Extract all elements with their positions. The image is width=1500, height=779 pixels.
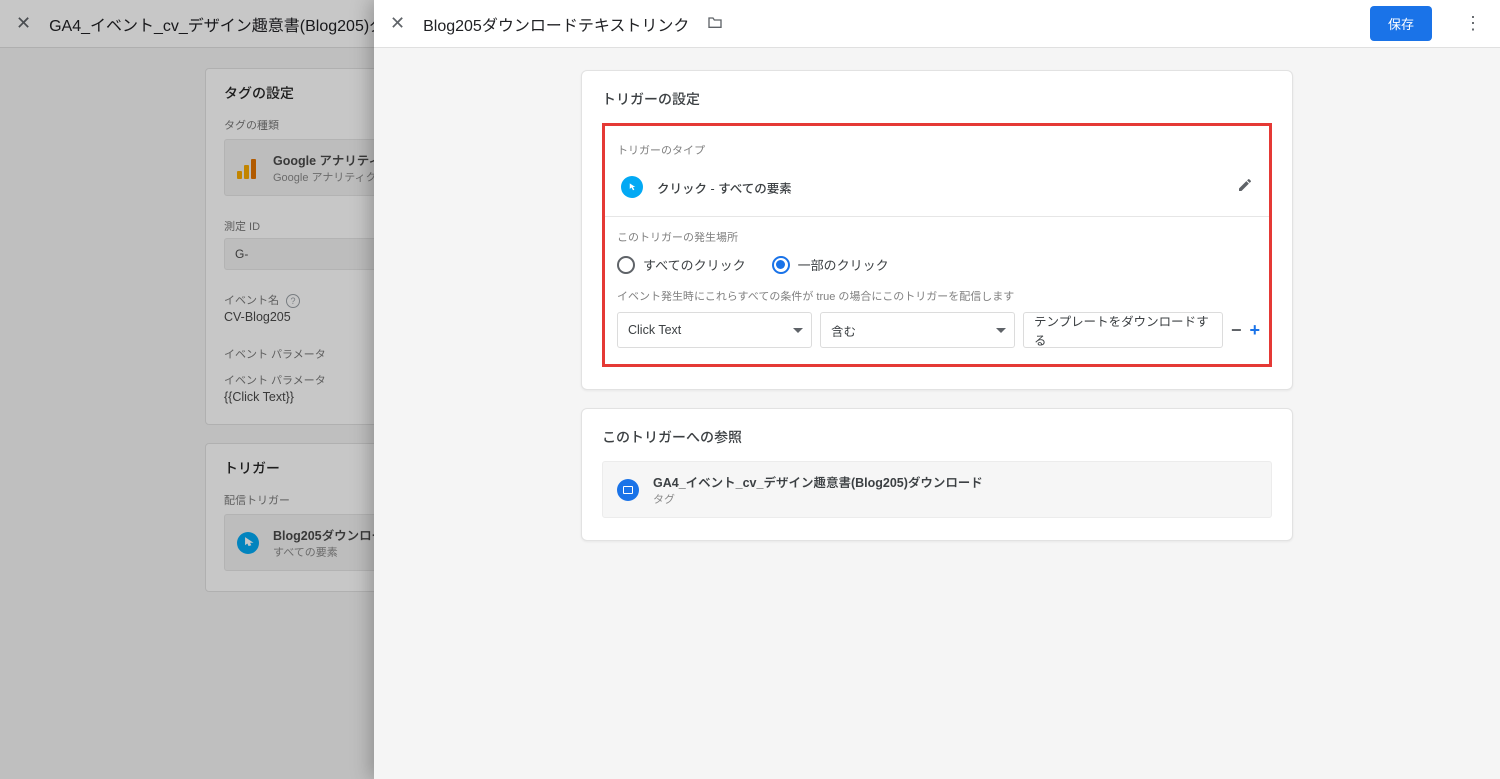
add-condition-button[interactable]: + <box>1250 318 1261 342</box>
highlight-box: トリガーのタイプ クリック - すべての要素 このトリガーの発生場所 すべての <box>602 123 1272 367</box>
close-icon[interactable]: ✕ <box>390 13 405 34</box>
condition-label: イベント発生時にこれらすべての条件が true の場合にこのトリガーを配信します <box>617 288 1257 304</box>
radio-all-clicks-label: すべてのクリック <box>643 255 746 274</box>
trigger-editor-panel: ✕ Blog205ダウンロードテキストリンク 保存 ⋮ トリガーの設定 トリガー… <box>374 0 1500 779</box>
reference-text: GA4_イベント_cv_デザイン趣意書(Blog205)ダウンロード タグ <box>653 472 983 507</box>
condition-operator-select[interactable]: 含む <box>820 312 1015 348</box>
radio-some-clicks[interactable]: 一部のクリック <box>772 255 889 274</box>
radio-some-clicks-label: 一部のクリック <box>798 255 889 274</box>
folder-icon[interactable] <box>707 15 723 33</box>
click-trigger-icon <box>621 176 643 198</box>
trigger-type-label: トリガーのタイプ <box>617 142 1257 158</box>
fires-on-label: このトリガーの発生場所 <box>617 229 1257 245</box>
tag-icon <box>617 479 639 501</box>
save-button[interactable]: 保存 <box>1370 6 1432 41</box>
reference-item[interactable]: GA4_イベント_cv_デザイン趣意書(Blog205)ダウンロード タグ <box>602 461 1272 518</box>
trigger-references-card: このトリガーへの参照 GA4_イベント_cv_デザイン趣意書(Blog205)ダ… <box>581 408 1293 541</box>
chevron-down-icon <box>996 328 1006 333</box>
front-header: ✕ Blog205ダウンロードテキストリンク 保存 ⋮ <box>374 0 1500 48</box>
remove-condition-button[interactable]: − <box>1231 318 1242 342</box>
condition-variable-select[interactable]: Click Text <box>617 312 812 348</box>
reference-subtitle: タグ <box>653 491 983 507</box>
condition-value-input[interactable]: テンプレートをダウンロードする <box>1023 312 1223 348</box>
fires-on-radios: すべてのクリック 一部のクリック <box>617 255 1257 274</box>
trigger-config-heading: トリガーの設定 <box>602 89 1272 109</box>
front-body: トリガーの設定 トリガーのタイプ クリック - すべての要素 このトリガーの発生… <box>374 48 1500 779</box>
trigger-type-row[interactable]: クリック - すべての要素 <box>617 164 1257 210</box>
condition-row: Click Text 含む テンプレートをダウンロードする − + <box>617 312 1257 348</box>
trigger-title[interactable]: Blog205ダウンロードテキストリンク <box>423 12 689 36</box>
chevron-down-icon <box>793 328 803 333</box>
references-heading: このトリガーへの参照 <box>602 427 1272 447</box>
trigger-config-card: トリガーの設定 トリガーのタイプ クリック - すべての要素 このトリガーの発生… <box>581 70 1293 390</box>
radio-all-clicks[interactable]: すべてのクリック <box>617 255 746 274</box>
trigger-type-value: クリック - すべての要素 <box>657 178 792 197</box>
reference-title: GA4_イベント_cv_デザイン趣意書(Blog205)ダウンロード <box>653 472 983 491</box>
more-menu-icon[interactable]: ⋮ <box>1450 13 1484 34</box>
edit-pencil-icon[interactable] <box>1237 177 1253 197</box>
